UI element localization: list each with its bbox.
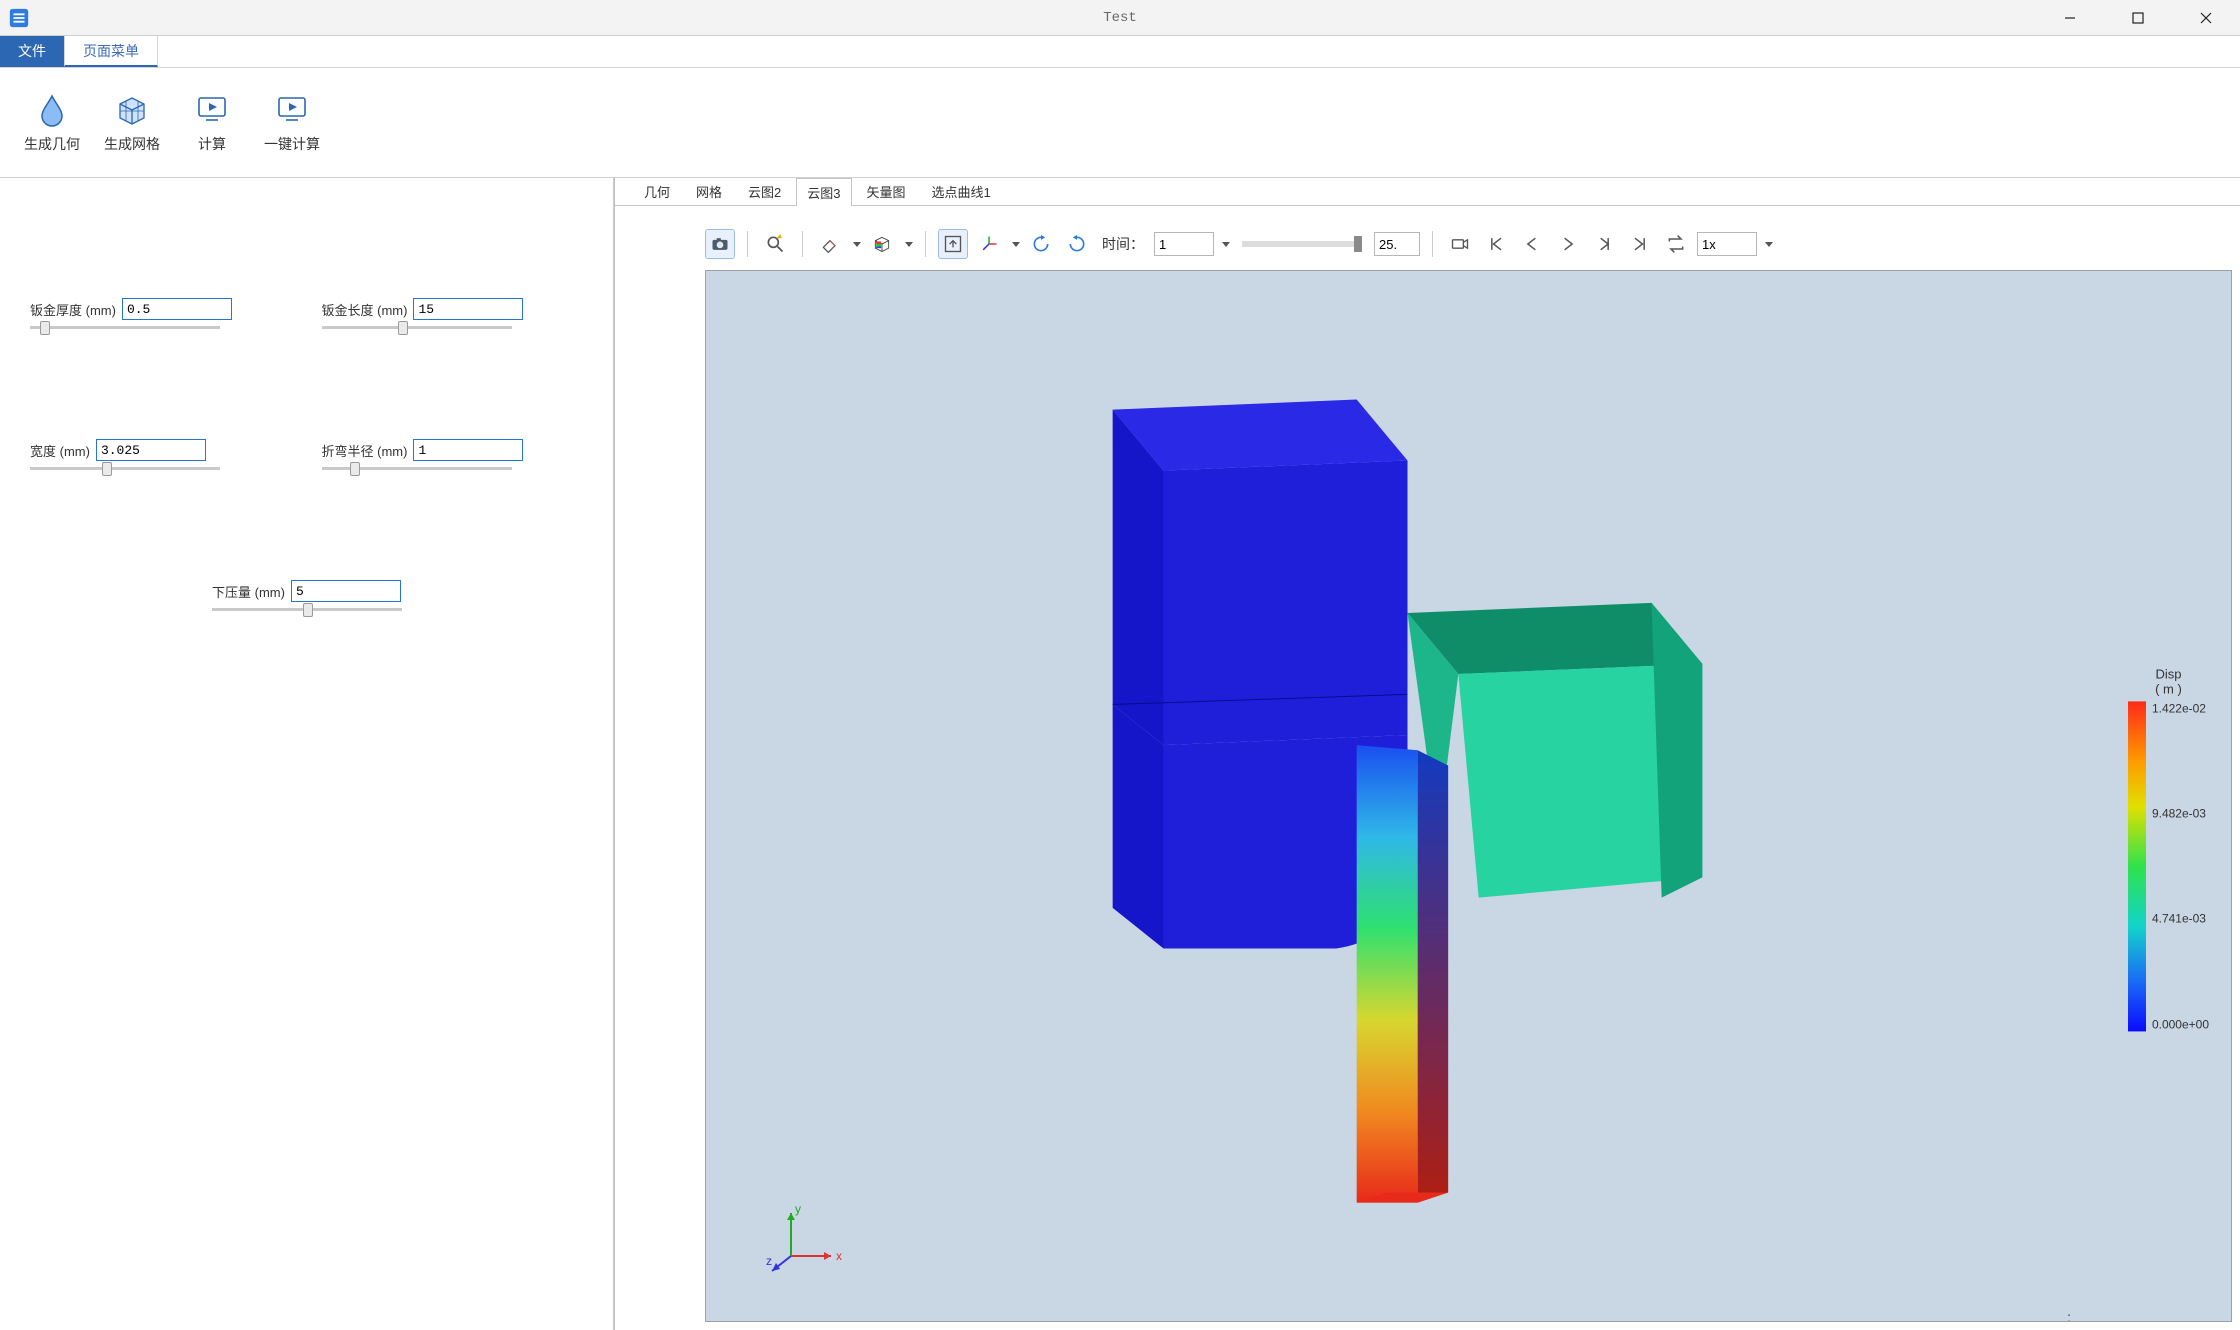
legend-tick: 4.741e-03 [2152, 912, 2209, 926]
loop-icon[interactable] [1661, 229, 1691, 259]
eraser-icon[interactable] [815, 229, 845, 259]
compute-button[interactable]: 计算 [172, 74, 252, 171]
length-slider[interactable] [322, 326, 512, 329]
param-width: 宽度 (mm) [30, 439, 292, 470]
fit-view-icon[interactable] [938, 229, 968, 259]
skip-last-icon[interactable] [1625, 229, 1655, 259]
width-input[interactable] [96, 439, 206, 461]
ribbon-label: 计算 [198, 134, 226, 154]
chevron-down-icon[interactable] [853, 242, 861, 247]
thickness-slider[interactable] [30, 326, 220, 329]
ribbon-label: 一键计算 [264, 134, 320, 154]
tab-file[interactable]: 文件 [0, 36, 65, 67]
status-text: : [2067, 1309, 2071, 1322]
thickness-input[interactable] [122, 298, 232, 320]
maximize-button[interactable] [2104, 0, 2172, 36]
legend-tick: 0.000e+00 [2152, 1017, 2209, 1031]
ribbon-tab-bar: 文件 页面菜单 [0, 36, 2240, 68]
param-label: 下压量 (mm) [212, 582, 285, 601]
minimize-button[interactable] [2036, 0, 2104, 36]
generate-geometry-button[interactable]: 生成几何 [12, 74, 92, 171]
view-tab-bar: 几何 网格 云图2 云图3 矢量图 选点曲线1 [615, 178, 2240, 206]
press-input[interactable] [291, 580, 401, 602]
ribbon-label: 生成网格 [104, 134, 160, 154]
speed-combo[interactable] [1697, 232, 1757, 256]
frame-input[interactable] [1154, 232, 1214, 256]
bend-radius-input[interactable] [413, 439, 523, 461]
param-press: 下压量 (mm) [30, 580, 583, 611]
legend-tick: 9.482e-03 [2152, 806, 2209, 820]
raindrop-icon [34, 92, 70, 128]
window-title: Test [1103, 10, 1137, 26]
ribbon-toolbar: 生成几何 生成网格 计算 一键计算 [0, 68, 2240, 178]
tab-page-menu[interactable]: 页面菜单 [65, 36, 158, 67]
svg-text:x: x [836, 1249, 842, 1263]
colormap-cube-icon[interactable] [867, 229, 897, 259]
chevron-down-icon[interactable] [1765, 242, 1773, 247]
camera-icon[interactable] [705, 229, 735, 259]
step-back-icon[interactable] [1517, 229, 1547, 259]
legend-tick: 1.422e-02 [2152, 701, 2209, 715]
param-length: 钣金长度 (mm) [322, 298, 584, 329]
play-icon[interactable] [1553, 229, 1583, 259]
magnifier-icon[interactable] [760, 229, 790, 259]
legend-title: Disp ( m ) [2128, 666, 2209, 697]
tab-cloud2[interactable]: 云图2 [737, 177, 792, 205]
param-label: 钣金厚度 (mm) [30, 300, 116, 319]
tab-mesh[interactable]: 网格 [685, 177, 733, 205]
chevron-down-icon[interactable] [1222, 242, 1230, 247]
frame-end-input[interactable] [1374, 232, 1420, 256]
one-click-compute-button[interactable]: 一键计算 [252, 74, 332, 171]
close-button[interactable] [2172, 0, 2240, 36]
title-bar: Test [0, 0, 2240, 36]
model-render [706, 271, 2231, 1321]
ribbon-label: 生成几何 [24, 134, 80, 154]
legend-ticks: 1.422e-02 9.482e-03 4.741e-03 0.000e+00 [2152, 701, 2209, 1031]
svg-text:y: y [795, 1202, 801, 1216]
param-label: 折弯半径 (mm) [322, 441, 408, 460]
workspace: 钣金厚度 (mm) 钣金长度 (mm) 宽度 (mm) [0, 178, 2240, 1330]
parameter-panel: 钣金厚度 (mm) 钣金长度 (mm) 宽度 (mm) [0, 178, 614, 1330]
length-input[interactable] [413, 298, 523, 320]
time-label: 时间： [1102, 234, 1144, 254]
step-forward-icon[interactable] [1589, 229, 1619, 259]
timeline-slider[interactable] [1242, 241, 1362, 247]
generate-mesh-button[interactable]: 生成网格 [92, 74, 172, 171]
view-area: 几何 网格 云图2 云图3 矢量图 选点曲线1 [614, 178, 2240, 1330]
tab-vector[interactable]: 矢量图 [856, 177, 917, 205]
param-label: 钣金长度 (mm) [322, 300, 408, 319]
legend-gradient-bar [2128, 701, 2146, 1031]
bend-radius-slider[interactable] [322, 467, 512, 470]
tab-geometry[interactable]: 几何 [633, 177, 681, 205]
rotate-ccw-icon[interactable] [1062, 229, 1092, 259]
chevron-down-icon[interactable] [1012, 242, 1020, 247]
skip-first-icon[interactable] [1481, 229, 1511, 259]
viewport-3d[interactable]: x y z Disp ( m ) [705, 270, 2232, 1322]
play-monitor-icon [274, 92, 310, 128]
chevron-down-icon[interactable] [905, 242, 913, 247]
viewer-wrap: 时间： [615, 206, 2240, 1330]
param-bend-radius: 折弯半径 (mm) [322, 439, 584, 470]
window-controls [2036, 0, 2240, 36]
color-legend: Disp ( m ) 1.422e-02 9.482e-03 4.741e-03… [2128, 666, 2209, 1031]
tab-pick-curve[interactable]: 选点曲线1 [921, 177, 1002, 205]
axis-triad-icon: x y z [766, 1201, 846, 1281]
param-thickness: 钣金厚度 (mm) [30, 298, 292, 329]
width-slider[interactable] [30, 467, 220, 470]
axes-icon[interactable] [974, 229, 1004, 259]
tab-cloud3[interactable]: 云图3 [796, 178, 851, 206]
press-slider[interactable] [212, 608, 402, 611]
mesh-cube-icon [114, 92, 150, 128]
rotate-cw-icon[interactable] [1026, 229, 1056, 259]
param-label: 宽度 (mm) [30, 441, 90, 460]
svg-text:z: z [766, 1254, 772, 1268]
app-icon [6, 5, 31, 30]
play-monitor-icon [194, 92, 230, 128]
viewer-toolbar: 时间： [705, 226, 2232, 262]
video-camera-icon[interactable] [1445, 229, 1475, 259]
